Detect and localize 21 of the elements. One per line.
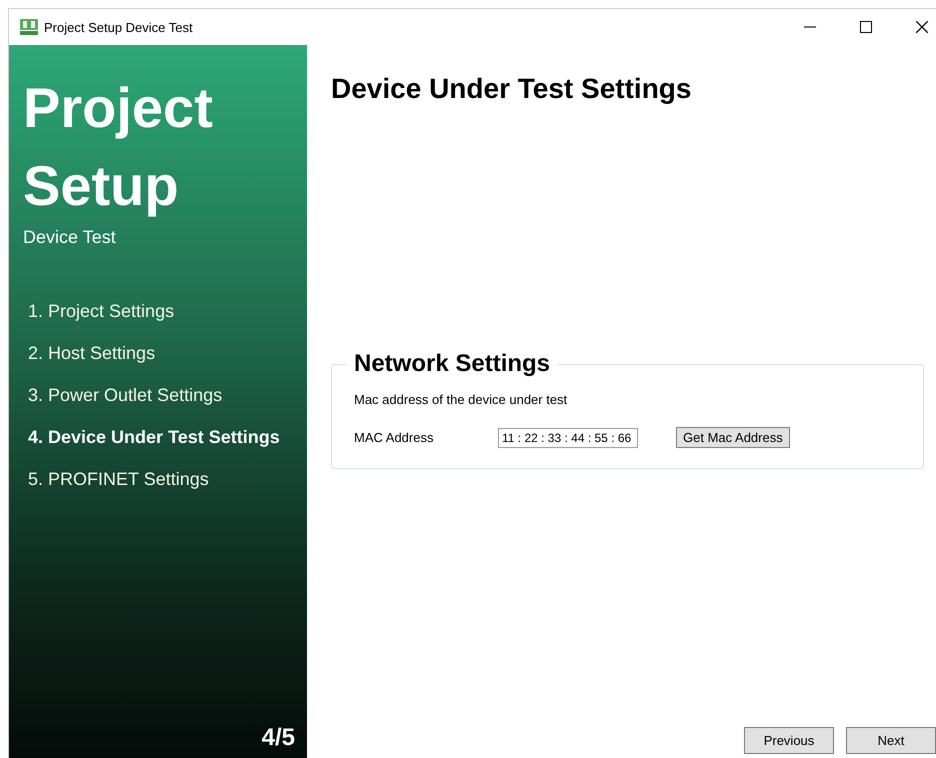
app-icon xyxy=(20,19,38,35)
description-text: Mac address of the device under test xyxy=(354,392,568,407)
step-item[interactable]: 2. Host Settings xyxy=(28,341,307,366)
step-item[interactable]: 4. Device Under Test Settings xyxy=(28,425,307,450)
get-mac-button[interactable]: Get Mac Address xyxy=(676,427,790,448)
sidebar-title: Project xyxy=(23,75,214,141)
page-heading: Device Under Test Settings xyxy=(331,73,692,105)
group-title: Network Settings xyxy=(353,350,552,378)
step-item[interactable]: 3. Power Outlet Settings xyxy=(28,383,307,408)
step-counter: 4/5 xyxy=(262,724,295,752)
step-item[interactable]: 5. PROFINET Settings xyxy=(28,467,307,492)
nav-button[interactable]: Next xyxy=(846,727,936,754)
sidebar-title: Setup xyxy=(23,153,180,219)
mac-address-field[interactable]: 11 : 22 : 33 : 44 : 55 : 66 xyxy=(498,428,638,448)
maximize-icon[interactable] xyxy=(860,21,872,33)
field-label: MAC Address xyxy=(354,430,434,445)
close-icon[interactable] xyxy=(916,21,928,33)
sidebar-subtitle: Device Test xyxy=(23,227,117,248)
window-title: Project Setup Device Test xyxy=(44,20,193,34)
nav-button[interactable]: Previous xyxy=(744,727,834,754)
step-item[interactable]: 1. Project Settings xyxy=(28,299,307,324)
